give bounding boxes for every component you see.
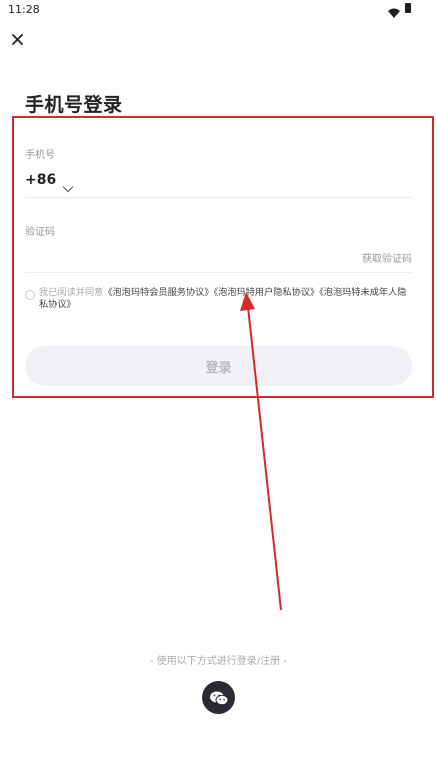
status-bar: 11:28 (0, 0, 437, 20)
divider (25, 272, 412, 273)
verification-code-input[interactable] (25, 244, 329, 270)
battery-icon (405, 3, 411, 13)
agreement-text: 我已阅读并同意《泡泡玛特会员服务协议》《泡泡玛特用户隐私协议》《泡泡玛特未成年人… (39, 287, 413, 311)
wifi-icon (388, 3, 400, 18)
login-button[interactable]: 登录 (25, 346, 412, 386)
close-icon (11, 30, 23, 49)
wechat-icon (209, 690, 229, 706)
agree-checkbox[interactable] (25, 290, 35, 300)
other-login-text: - 使用以下方式进行登录/注册 - (150, 656, 287, 667)
page-title: 手机号登录 (25, 94, 123, 116)
chevron-down-icon (62, 178, 74, 192)
close-button[interactable] (8, 30, 26, 48)
country-code-value: +86 (25, 172, 57, 188)
divider (25, 197, 412, 198)
status-time: 11:28 (8, 3, 40, 16)
agreement-prefix: 我已阅读并同意 (39, 287, 104, 298)
wechat-login-button[interactable] (202, 681, 235, 714)
phone-input[interactable] (80, 168, 414, 196)
code-field-label: 验证码 (25, 227, 55, 238)
get-code-button[interactable]: 获取验证码 (362, 250, 412, 265)
country-code-selector[interactable]: +86 (25, 172, 74, 192)
agreement-link-member-service[interactable]: 《泡泡玛特会员服务协议》 (103, 287, 213, 298)
status-icons (388, 3, 411, 18)
phone-field-label: 手机号 (25, 150, 55, 161)
agreement-link-user-privacy[interactable]: 《泡泡玛特用户隐私协议》 (214, 287, 320, 298)
agreement: 我已阅读并同意《泡泡玛特会员服务协议》《泡泡玛特用户隐私协议》《泡泡玛特未成年人… (25, 287, 413, 311)
